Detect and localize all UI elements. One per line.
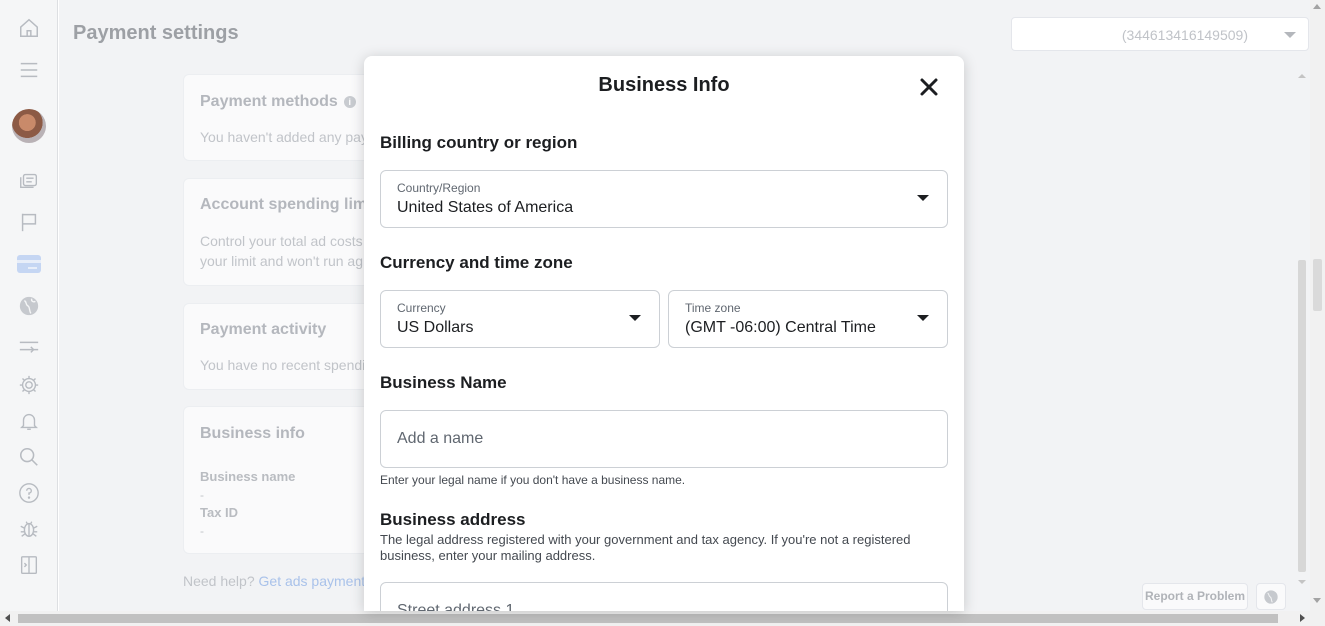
home-icon[interactable]: [17, 16, 41, 40]
currency-select[interactable]: Currency US Dollars: [380, 290, 660, 348]
tax-id-label: Tax ID: [200, 505, 239, 520]
flag-icon[interactable]: [17, 210, 41, 234]
language-globe-button[interactable]: [1256, 583, 1286, 610]
timezone-select[interactable]: Time zone (GMT -06:00) Central Time: [668, 290, 948, 348]
ads-payment-help-link[interactable]: Get ads payment: [259, 573, 366, 589]
chevron-down-icon: [917, 195, 929, 201]
business-name-value: -: [200, 488, 204, 502]
spending-limit-title: Account spending limit: [200, 196, 377, 213]
timezone-value: (GMT -06:00) Central Time: [685, 319, 876, 336]
tools-icon[interactable]: [17, 334, 41, 358]
business-address-description: The legal address registered with your g…: [380, 532, 911, 563]
business-info-title: Business info: [200, 425, 305, 442]
scroll-up-arrow[interactable]: [1298, 74, 1306, 78]
dialog-title: Business Info: [598, 74, 730, 96]
avatar[interactable]: [12, 109, 46, 143]
scroll-thumb[interactable]: [1313, 259, 1322, 311]
spending-limit-text-line2: your limit and won't run ag: [200, 253, 363, 269]
payment-methods-text: You haven't added any pay: [200, 129, 368, 145]
street-address-field[interactable]: [380, 582, 948, 611]
business-name-field[interactable]: [380, 410, 948, 468]
country-region-label: Country/Region: [397, 181, 481, 195]
payment-activity-title: Payment activity: [200, 321, 327, 338]
currency-timezone-heading: Currency and time zone: [380, 253, 573, 272]
business-name-input[interactable]: [397, 411, 937, 467]
window-vertical-scrollbar[interactable]: [1310, 0, 1325, 611]
business-name-help: Enter your legal name if you don't have …: [380, 473, 686, 487]
close-icon[interactable]: [918, 76, 940, 98]
left-navigation-sidebar: [0, 0, 58, 611]
business-info-dialog: Business Info Billing country or region …: [364, 56, 964, 611]
payment-methods-title: Payment methods i: [200, 93, 356, 111]
report-problem-button[interactable]: Report a Problem: [1142, 583, 1248, 610]
bug-icon[interactable]: [17, 517, 41, 541]
need-help-text: Need help? Get ads payment: [183, 573, 365, 589]
chevron-down-icon: [1284, 32, 1296, 38]
business-name-heading: Business Name: [380, 373, 507, 392]
currency-value: US Dollars: [397, 319, 474, 336]
scroll-thumb[interactable]: [18, 614, 1278, 623]
menu-icon[interactable]: [17, 58, 41, 82]
globe-icon[interactable]: [17, 294, 41, 318]
window-horizontal-scrollbar[interactable]: [0, 611, 1325, 626]
currency-label: Currency: [397, 301, 446, 315]
bell-icon[interactable]: [17, 409, 41, 433]
sidebar-toggle-icon[interactable]: [17, 553, 41, 577]
ad-account-id: (344613416149509): [1121, 27, 1248, 43]
payment-activity-text: You have no recent spendi: [200, 357, 366, 373]
ads-manager-icon[interactable]: [17, 168, 41, 192]
billing-card-icon[interactable]: [10, 252, 48, 276]
country-region-value: United States of America: [397, 199, 574, 216]
scroll-down-arrow[interactable]: [1298, 580, 1306, 584]
scroll-down-arrow[interactable]: [1313, 598, 1321, 603]
business-name-label: Business name: [200, 469, 296, 484]
search-icon[interactable]: [17, 445, 41, 469]
country-region-select[interactable]: Country/Region United States of America: [380, 170, 948, 228]
spending-limit-text-line1: Control your total ad costs: [200, 233, 363, 249]
scroll-up-arrow[interactable]: [1313, 4, 1321, 9]
timezone-label: Time zone: [685, 301, 741, 315]
business-address-heading: Business address: [380, 510, 526, 529]
globe-icon: [1264, 589, 1278, 604]
tax-id-value: -: [200, 524, 204, 538]
billing-country-heading: Billing country or region: [380, 133, 578, 152]
chevron-down-icon: [629, 315, 641, 321]
chevron-down-icon: [917, 315, 929, 321]
scroll-left-arrow[interactable]: [5, 614, 10, 622]
scroll-right-arrow[interactable]: [1300, 614, 1305, 622]
street-address-input[interactable]: [397, 583, 937, 611]
scroll-thumb[interactable]: [1298, 260, 1306, 572]
need-help-label: Need help?: [183, 573, 255, 589]
page-title: Payment settings: [73, 22, 239, 44]
ad-account-selector[interactable]: (344613416149509): [1011, 17, 1309, 51]
help-icon[interactable]: [17, 481, 41, 505]
content-scrollbar[interactable]: [1296, 70, 1308, 590]
info-icon[interactable]: i: [343, 96, 356, 108]
settings-gear-icon[interactable]: [17, 373, 41, 397]
